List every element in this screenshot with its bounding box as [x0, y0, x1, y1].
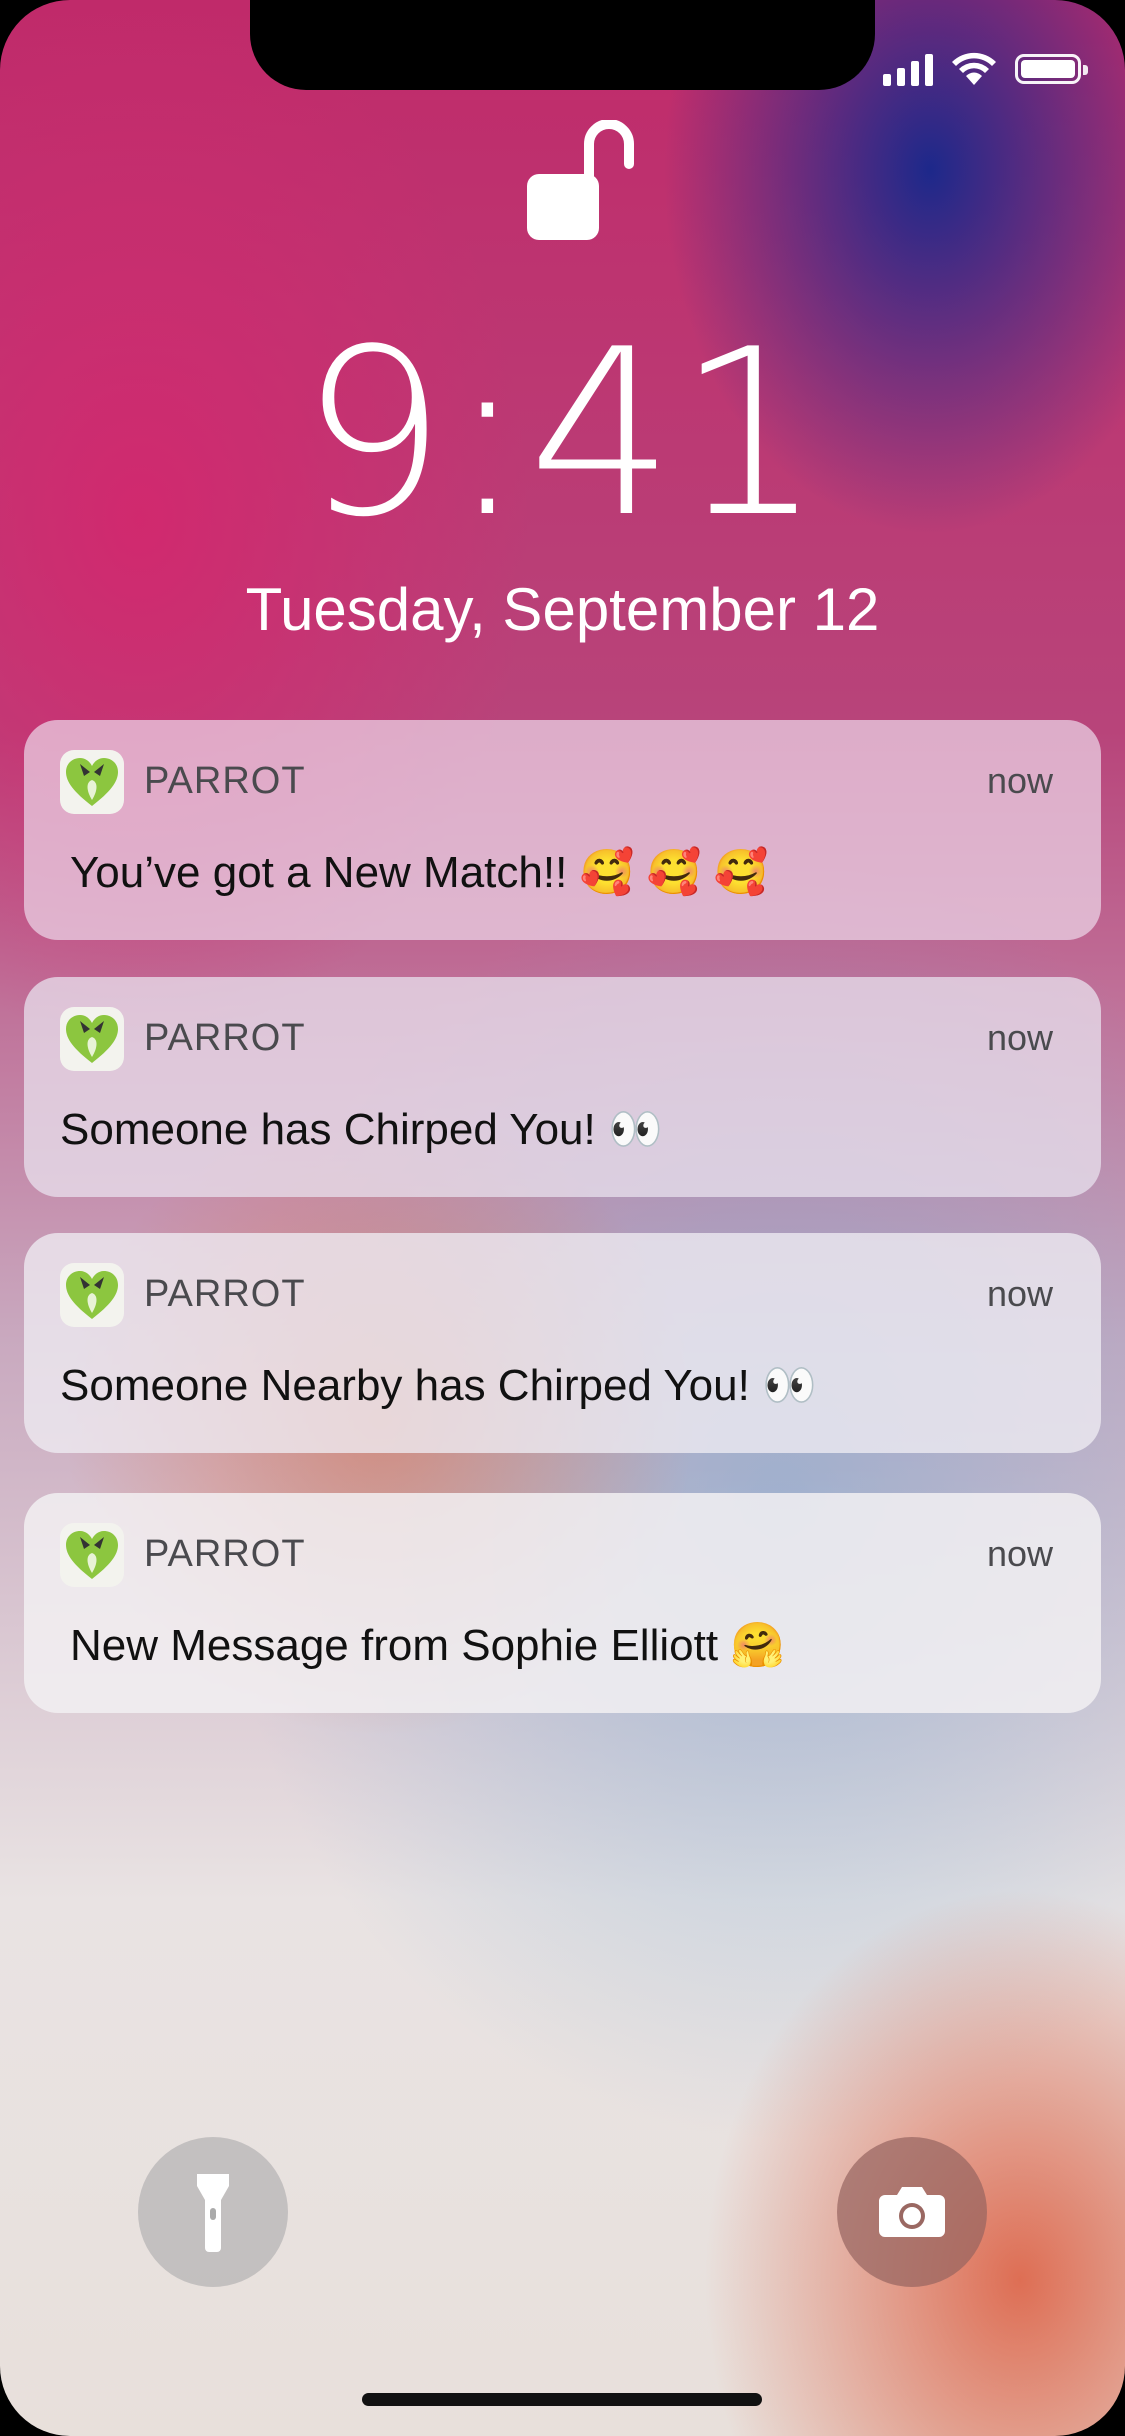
battery-icon [1015, 54, 1088, 84]
notification-message: Someone Nearby has Chirped You! 👀 [60, 1361, 817, 1410]
notification-time: now [986, 1273, 1053, 1314]
parrot-app-icon [60, 750, 124, 814]
cellular-signal-icon [883, 52, 933, 86]
notification-app-name: PARROT [144, 760, 306, 802]
device-notch [250, 0, 875, 90]
notification-app-name: PARROT [144, 1273, 306, 1315]
notification-card[interactable]: PARROT now Someone Nearby has Chirped Yo… [24, 1233, 1101, 1453]
flashlight-button[interactable] [138, 2137, 288, 2287]
notification-time: now [986, 1017, 1053, 1058]
notification-time: now [986, 1533, 1053, 1574]
notification-list: PARROT now You’ve got a New Match!! 🥰 🥰 … [24, 720, 1101, 1750]
notification-message: You’ve got a New Match!! 🥰 🥰 🥰 [70, 848, 769, 897]
notification-message: Someone has Chirped You! 👀 [60, 1105, 663, 1154]
lock-screen-date: Tuesday, September 12 [245, 576, 880, 643]
notification-card[interactable]: PARROT now Someone has Chirped You! 👀 [24, 977, 1101, 1197]
notification-message: New Message from Sophie Elliott 🤗 [70, 1621, 786, 1670]
notification-app-name: PARROT [144, 1017, 306, 1059]
flashlight-icon [197, 2174, 229, 2252]
notification-time: now [986, 760, 1053, 801]
parrot-app-icon [60, 1263, 124, 1327]
camera-button[interactable] [837, 2137, 987, 2287]
lock-screen: 9:41 Tuesday, September 12 PARROT now Yo… [0, 0, 1125, 2436]
status-bar [883, 52, 1088, 86]
notification-app-name: PARROT [144, 1533, 306, 1575]
lock-screen-time: 9:41 [300, 301, 825, 568]
parrot-app-icon [60, 1523, 124, 1587]
camera-icon [879, 2187, 945, 2237]
parrot-app-icon [60, 1007, 124, 1071]
home-indicator[interactable] [362, 2393, 762, 2406]
notification-card[interactable]: PARROT now New Message from Sophie Ellio… [24, 1493, 1101, 1713]
unlocked-padlock-icon [527, 120, 634, 240]
wifi-icon [952, 52, 996, 85]
notification-card[interactable]: PARROT now You’ve got a New Match!! 🥰 🥰 … [24, 720, 1101, 940]
